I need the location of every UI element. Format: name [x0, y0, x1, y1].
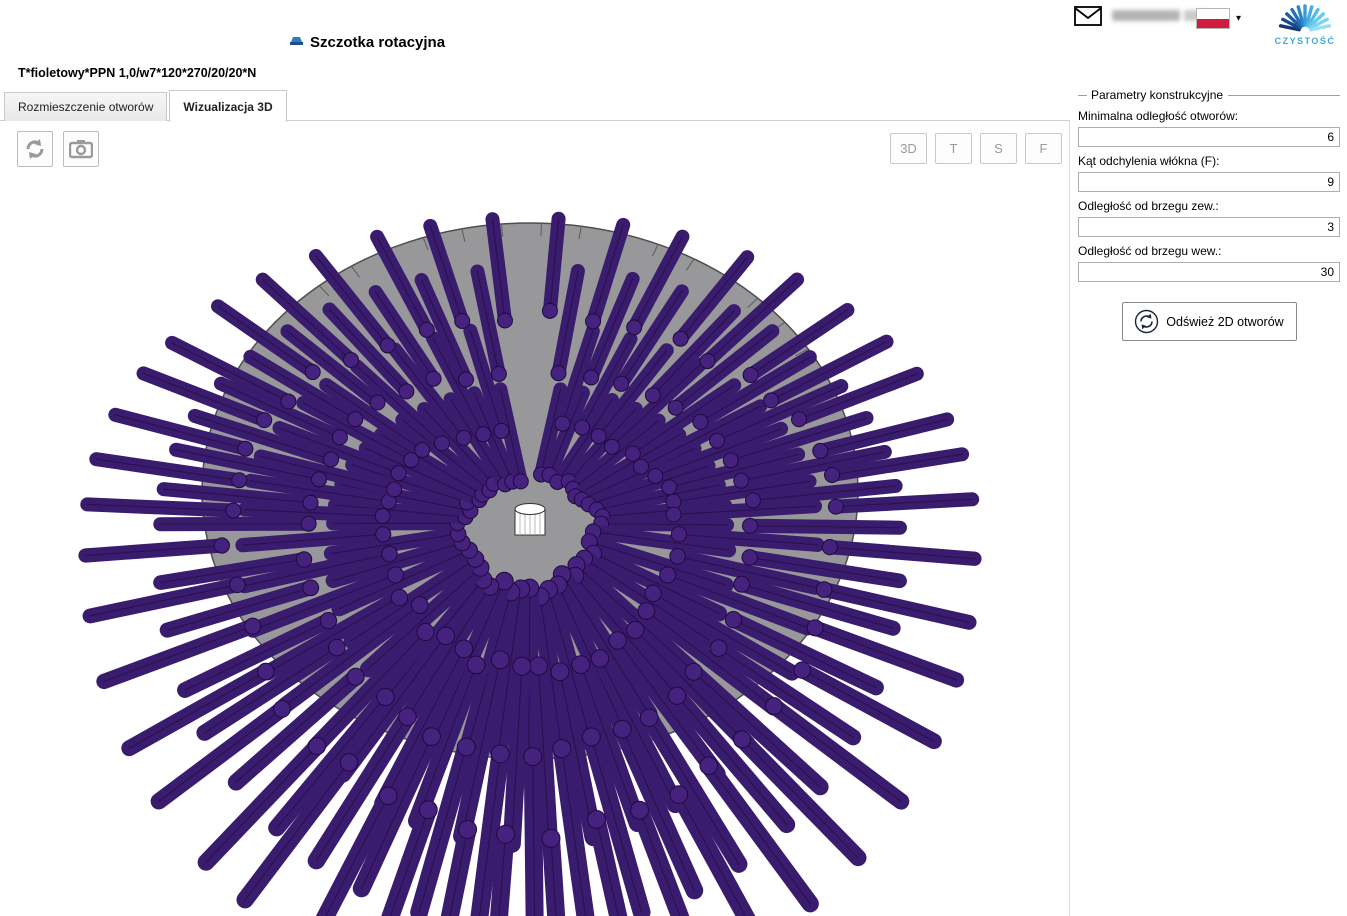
- product-code: T*fioletowy*PPN 1,0/w7*120*270/20/20*N: [18, 66, 257, 80]
- viewer-3d-panel[interactable]: 3D T S F: [0, 120, 1070, 916]
- construction-params-panel: Parametry konstrukcyjne Minimalna odległ…: [1078, 88, 1340, 341]
- logo-fan-icon: [1278, 4, 1332, 32]
- language-selector[interactable]: ▾: [1196, 8, 1241, 29]
- brush-icon: [290, 37, 303, 45]
- refresh-icon: [26, 139, 44, 159]
- view-side-button[interactable]: S: [980, 133, 1017, 164]
- poland-flag-icon: [1196, 8, 1230, 29]
- outer-edge-distance-input[interactable]: [1078, 217, 1340, 237]
- viewer-toolbar: [17, 131, 99, 167]
- camera-icon: [69, 140, 93, 159]
- view-front-button[interactable]: F: [1025, 133, 1062, 164]
- refresh-2d-holes-button[interactable]: Odśwież 2D otworów: [1121, 302, 1297, 341]
- screenshot-button[interactable]: [63, 131, 99, 167]
- min-hole-distance-input[interactable]: [1078, 127, 1340, 147]
- chevron-down-icon: ▾: [1236, 12, 1242, 24]
- panel-legend-text: Parametry konstrukcyjne: [1091, 88, 1224, 102]
- min-hole-distance-label: Minimalna odległość otworów:: [1078, 109, 1239, 123]
- mail-icon[interactable]: [1072, 4, 1104, 30]
- logo-text: CZYSTOŚĆ: [1274, 36, 1336, 46]
- reset-view-button[interactable]: [17, 131, 53, 167]
- user-email-redacted: [1112, 10, 1180, 21]
- outer-edge-distance-label: Odległość od brzegu zew.:: [1078, 199, 1219, 213]
- brush-3d-model[interactable]: [0, 121, 1069, 916]
- view-3d-button[interactable]: 3D: [890, 133, 927, 164]
- fiber-angle-input[interactable]: [1078, 172, 1340, 192]
- refresh-2d-holes-label: Odśwież 2D otworów: [1166, 314, 1284, 329]
- tab-bar: Rozmieszczenie otworów Wizualizacja 3D: [4, 90, 289, 122]
- fiber-angle-label: Kąt odchylenia włókna (F):: [1078, 154, 1220, 168]
- company-logo[interactable]: CZYSTOŚĆ: [1266, 1, 1344, 46]
- inner-edge-distance-label: Odległość od brzegu wew.:: [1078, 244, 1222, 258]
- refresh-2d-icon: [1135, 309, 1159, 334]
- tab-rozmieszczenie-otworow[interactable]: Rozmieszczenie otworów: [4, 92, 168, 121]
- view-top-button[interactable]: T: [935, 133, 972, 164]
- view-mode-buttons: 3D T S F: [890, 133, 1062, 164]
- panel-legend: Parametry konstrukcyjne: [1078, 88, 1340, 102]
- tab-wizualizacja-3d[interactable]: Wizualizacja 3D: [169, 90, 287, 122]
- page-title: Szczotka rotacyjna: [310, 34, 446, 51]
- page-title-block: Szczotka rotacyjna: [289, 34, 445, 51]
- inner-edge-distance-input[interactable]: [1078, 262, 1340, 282]
